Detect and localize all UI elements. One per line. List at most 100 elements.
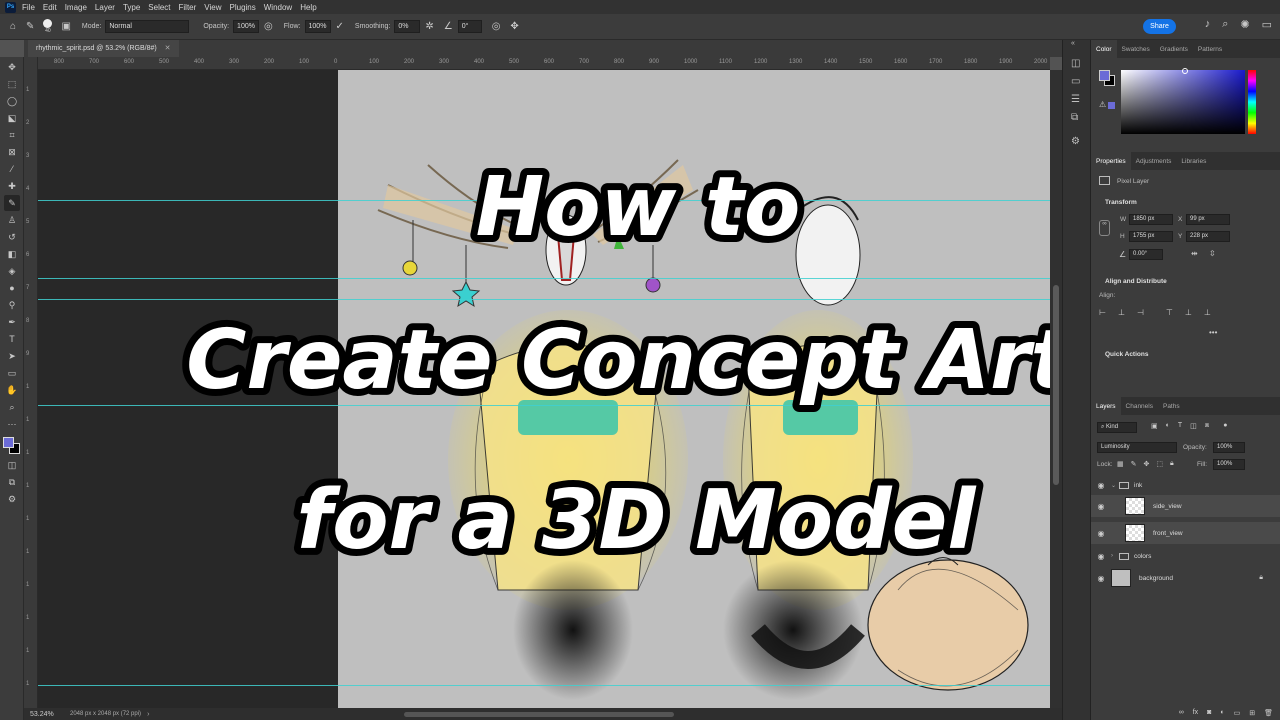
- eraser-tool-icon[interactable]: ◧: [4, 246, 20, 262]
- tab-color[interactable]: Color: [1091, 40, 1117, 58]
- align-top-icon[interactable]: ⊤: [1166, 308, 1173, 317]
- crop-tool-icon[interactable]: ⌗: [4, 127, 20, 143]
- layer-style-icon[interactable]: fx: [1193, 709, 1198, 716]
- discover-icon[interactable]: ✺: [1240, 18, 1249, 31]
- brush-tool-icon[interactable]: ✎: [26, 21, 34, 32]
- flow-field[interactable]: 100%: [304, 20, 331, 33]
- airbrush-icon[interactable]: ✓: [336, 21, 344, 32]
- layer-background[interactable]: ◉ background 🔒︎: [1091, 567, 1280, 589]
- flip-horizontal-icon[interactable]: ⇹: [1191, 249, 1198, 258]
- new-group-icon[interactable]: ▭: [1234, 709, 1241, 717]
- rectangle-tool-icon[interactable]: ▭: [4, 365, 20, 381]
- fill-field[interactable]: 100%: [1213, 459, 1245, 470]
- layer-front-view[interactable]: ◉ front_view: [1091, 522, 1280, 544]
- horizontal-scroll-thumb[interactable]: [404, 712, 674, 717]
- tab-swatches[interactable]: Swatches: [1117, 40, 1155, 58]
- layer-side-view[interactable]: ◉ side_view: [1091, 495, 1280, 517]
- canvas-workspace[interactable]: How to Create Concept Art for a 3D Model: [38, 70, 1050, 708]
- link-layers-icon[interactable]: ∞: [1179, 709, 1184, 716]
- menu-image[interactable]: Image: [65, 3, 87, 12]
- type-tool-icon[interactable]: T: [4, 331, 20, 347]
- tab-libraries[interactable]: Libraries: [1176, 152, 1211, 170]
- menu-select[interactable]: Select: [148, 3, 170, 12]
- lasso-tool-icon[interactable]: ◯: [4, 93, 20, 109]
- screen-mode-icon[interactable]: ⧉: [4, 474, 20, 490]
- height-field[interactable]: 1755 px: [1129, 231, 1173, 242]
- menu-plugins[interactable]: Plugins: [230, 3, 256, 12]
- filter-smart-icon[interactable]: ⧈: [1205, 422, 1209, 430]
- width-field[interactable]: 1850 px: [1129, 214, 1173, 225]
- new-layer-icon[interactable]: ⊞: [1249, 709, 1255, 717]
- visibility-eye-icon[interactable]: ◉: [1091, 574, 1111, 583]
- artboard-tool-icon[interactable]: ⬚: [4, 76, 20, 92]
- layer-group-ink[interactable]: ◉ ⌄ ink: [1091, 475, 1280, 495]
- document-tab[interactable]: rhythmic_spirit.psd @ 53.2% (RGB/8#) ✕: [28, 40, 179, 57]
- align-right-icon[interactable]: ⊣: [1137, 308, 1144, 317]
- filter-adjustment-icon[interactable]: ◐: [1166, 422, 1170, 430]
- expand-chevron-icon[interactable]: ⌄: [1111, 482, 1119, 489]
- glyphs-icon[interactable]: ☰: [1071, 94, 1080, 105]
- dodge-tool-icon[interactable]: ⚲: [4, 297, 20, 313]
- share-button[interactable]: Share: [1143, 19, 1176, 34]
- zoom-level[interactable]: 53.24%: [30, 711, 70, 718]
- vertical-scroll-thumb[interactable]: [1053, 285, 1059, 485]
- align-center-v-icon[interactable]: ⊥: [1185, 308, 1192, 317]
- pressure-size-icon[interactable]: ◎: [492, 21, 501, 32]
- lock-position-icon[interactable]: ✥: [1144, 460, 1150, 468]
- smoothing-field[interactable]: 0%: [394, 20, 421, 33]
- eyedropper-tool-icon[interactable]: ⁄: [4, 161, 20, 177]
- more-tools-icon[interactable]: ⋯: [4, 416, 20, 432]
- home-icon[interactable]: ⌂: [10, 21, 16, 32]
- symmetry-icon[interactable]: ✥: [510, 21, 518, 32]
- tab-paths[interactable]: Paths: [1158, 397, 1185, 415]
- layer-opacity-field[interactable]: 100%: [1213, 442, 1245, 453]
- collapse-chevron-icon[interactable]: ›: [1111, 553, 1119, 559]
- zoom-tool-icon[interactable]: ⌕: [4, 399, 20, 415]
- paint-bucket-tool-icon[interactable]: ◈: [4, 263, 20, 279]
- tab-patterns[interactable]: Patterns: [1193, 40, 1227, 58]
- menu-filter[interactable]: Filter: [179, 3, 197, 12]
- clone-stamp-tool-icon[interactable]: ♙: [4, 212, 20, 228]
- filter-toggle-icon[interactable]: ●: [1223, 422, 1227, 430]
- lock-pixels-icon[interactable]: ✎: [1131, 460, 1137, 468]
- lock-all-icon[interactable]: 🔒︎: [1170, 460, 1174, 468]
- menu-type[interactable]: Type: [123, 3, 140, 12]
- panel-fg-swatch[interactable]: [1099, 70, 1110, 81]
- opacity-field[interactable]: 100%: [233, 20, 260, 33]
- filter-type-icon[interactable]: T: [1178, 422, 1182, 430]
- adjust-icon[interactable]: ⚙: [1071, 136, 1080, 147]
- smoothing-settings-icon[interactable]: ✲: [425, 21, 433, 32]
- hand-tool-icon[interactable]: ✋: [4, 382, 20, 398]
- path-select-tool-icon[interactable]: ➤: [4, 348, 20, 364]
- align-center-h-icon[interactable]: ⊥: [1118, 308, 1125, 317]
- add-mask-icon[interactable]: ◙: [1207, 709, 1211, 716]
- menu-view[interactable]: View: [204, 3, 221, 12]
- menu-edit[interactable]: Edit: [43, 3, 57, 12]
- y-field[interactable]: 228 px: [1186, 231, 1230, 242]
- visibility-eye-icon[interactable]: ◉: [1091, 481, 1111, 490]
- history-icon[interactable]: ◫: [1071, 58, 1080, 69]
- filter-pixel-icon[interactable]: ▣: [1151, 422, 1158, 430]
- move-tool-icon[interactable]: ✥: [4, 59, 20, 75]
- pressure-opacity-icon[interactable]: ◎: [264, 21, 273, 32]
- angle-field[interactable]: 0.00°: [1129, 249, 1163, 260]
- lock-transparent-icon[interactable]: ▦: [1117, 460, 1124, 468]
- workspace-icon[interactable]: ▭: [1262, 18, 1272, 31]
- photoshop-logo[interactable]: Ps: [5, 1, 16, 13]
- collapse-panels-icon[interactable]: «: [1071, 40, 1075, 47]
- color-field[interactable]: [1121, 70, 1245, 134]
- pen-tool-icon[interactable]: ✒: [4, 314, 20, 330]
- foreground-color-swatch[interactable]: [3, 437, 14, 448]
- share-tool-icon[interactable]: ⚙: [4, 491, 20, 507]
- menu-help[interactable]: Help: [300, 3, 316, 12]
- quick-mask-icon[interactable]: ◫: [4, 457, 20, 473]
- tab-adjustments[interactable]: Adjustments: [1131, 152, 1177, 170]
- blend-mode-select[interactable]: Luminosity: [1097, 442, 1177, 453]
- more-options-icon[interactable]: •••: [1209, 328, 1217, 337]
- delete-layer-icon[interactable]: 🗑︎: [1264, 709, 1273, 717]
- brush-settings-icon[interactable]: ▣: [61, 21, 70, 32]
- canvas-vertical-scrollbar[interactable]: [1050, 70, 1062, 708]
- healing-brush-tool-icon[interactable]: ✚: [4, 178, 20, 194]
- color-swatches[interactable]: [3, 437, 21, 455]
- tab-gradients[interactable]: Gradients: [1155, 40, 1193, 58]
